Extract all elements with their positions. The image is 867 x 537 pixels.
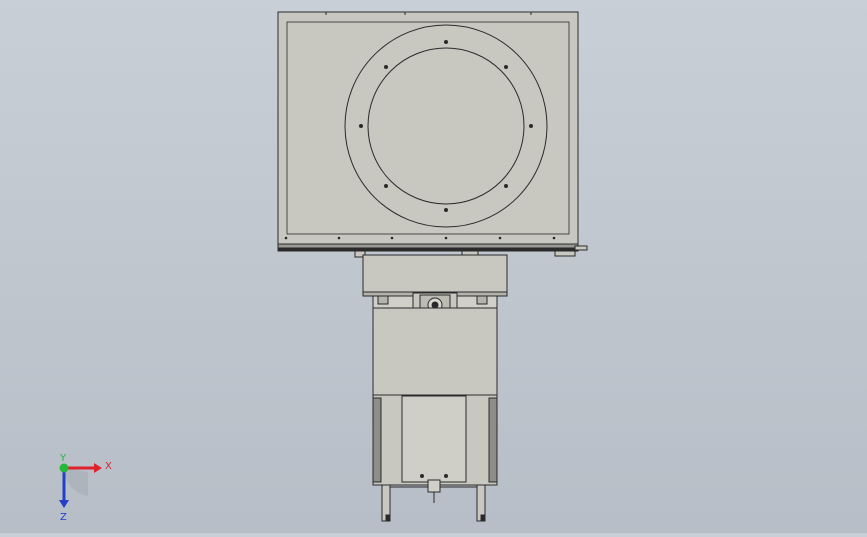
y-axis-label: Y [59, 453, 67, 464]
lower-frame [372, 394, 498, 486]
coordinate-triad: X Y Z [59, 453, 112, 522]
x-axis-label: X [105, 461, 112, 472]
y-axis-dot [59, 463, 69, 473]
z-axis-head [59, 500, 69, 508]
triad-shadow [63, 468, 88, 496]
base-housing [372, 307, 498, 396]
x-axis-head [94, 463, 102, 473]
carriage-block [362, 254, 508, 297]
model-viewport[interactable]: X Y Z [0, 0, 867, 533]
z-axis-label: Z [60, 512, 67, 522]
model-drawing [277, 11, 588, 522]
